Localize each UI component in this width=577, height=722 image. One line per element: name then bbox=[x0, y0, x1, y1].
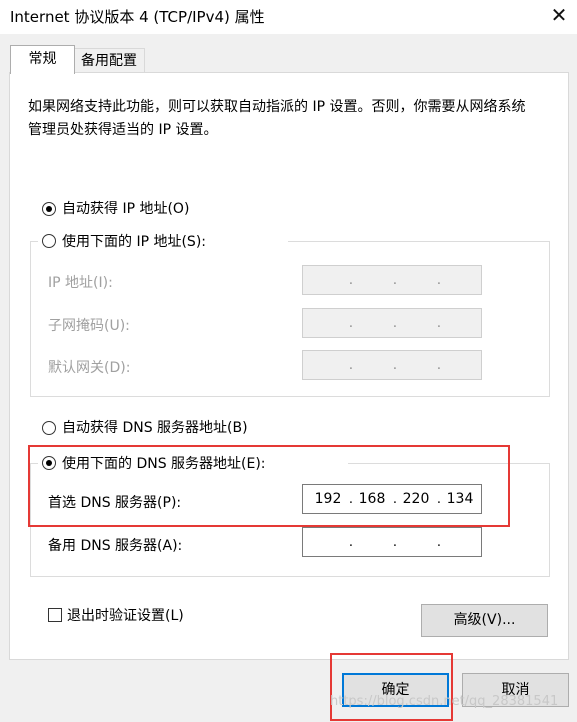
ip-address-field[interactable]: ... bbox=[302, 265, 482, 295]
alternate-dns-label: 备用 DNS 服务器(A): bbox=[48, 538, 183, 554]
auto-dns-label[interactable]: 自动获得 DNS 服务器地址(B) bbox=[62, 417, 248, 437]
auto-ip-radio[interactable] bbox=[42, 202, 56, 216]
subnet-mask-label: 子网掩码(U): bbox=[48, 318, 130, 334]
subnet-mask-field[interactable]: ... bbox=[302, 308, 482, 338]
advanced-button[interactable]: 高级(V)... bbox=[421, 604, 548, 637]
auto-dns-radio[interactable] bbox=[42, 421, 56, 435]
manual-ip-label[interactable]: 使用下面的 IP 地址(S): bbox=[62, 231, 206, 251]
highlight-ok-box bbox=[330, 653, 453, 721]
validate-label[interactable]: 退出时验证设置(L) bbox=[67, 605, 184, 625]
auto-dns-label-text: 自动获得 DNS 服务器地址(B) bbox=[62, 420, 248, 436]
tab-general[interactable]: 常规 bbox=[10, 45, 75, 74]
title-bar: Internet 协议版本 4 (TCP/IPv4) 属性 ✕ bbox=[0, 0, 577, 34]
watermark: https://blog.csdn.net/qq_28381541 bbox=[330, 694, 559, 709]
auto-ip-label[interactable]: 自动获得 IP 地址(O) bbox=[62, 198, 189, 218]
default-gateway-field[interactable]: ... bbox=[302, 350, 482, 380]
close-icon[interactable]: ✕ bbox=[544, 1, 574, 29]
ip-address-label: IP 地址(I): bbox=[48, 275, 113, 291]
manual-ip-radio[interactable] bbox=[42, 234, 56, 248]
manual-ip-label-text: 使用下面的 IP 地址(S): bbox=[62, 234, 206, 250]
auto-ip-label-text: 自动获得 IP 地址(O) bbox=[62, 201, 190, 217]
validate-checkbox[interactable] bbox=[48, 608, 62, 622]
highlight-dns-box bbox=[28, 445, 510, 527]
alternate-dns-field[interactable]: ... bbox=[302, 527, 482, 557]
default-gateway-label: 默认网关(D): bbox=[48, 360, 131, 376]
tab-alternate-config[interactable]: 备用配置 bbox=[73, 48, 145, 73]
window-title: Internet 协议版本 4 (TCP/IPv4) 属性 bbox=[10, 8, 265, 26]
description-text: 如果网络支持此功能，则可以获取自动指派的 IP 设置。否则，你需要从网络系统管理… bbox=[28, 99, 526, 138]
